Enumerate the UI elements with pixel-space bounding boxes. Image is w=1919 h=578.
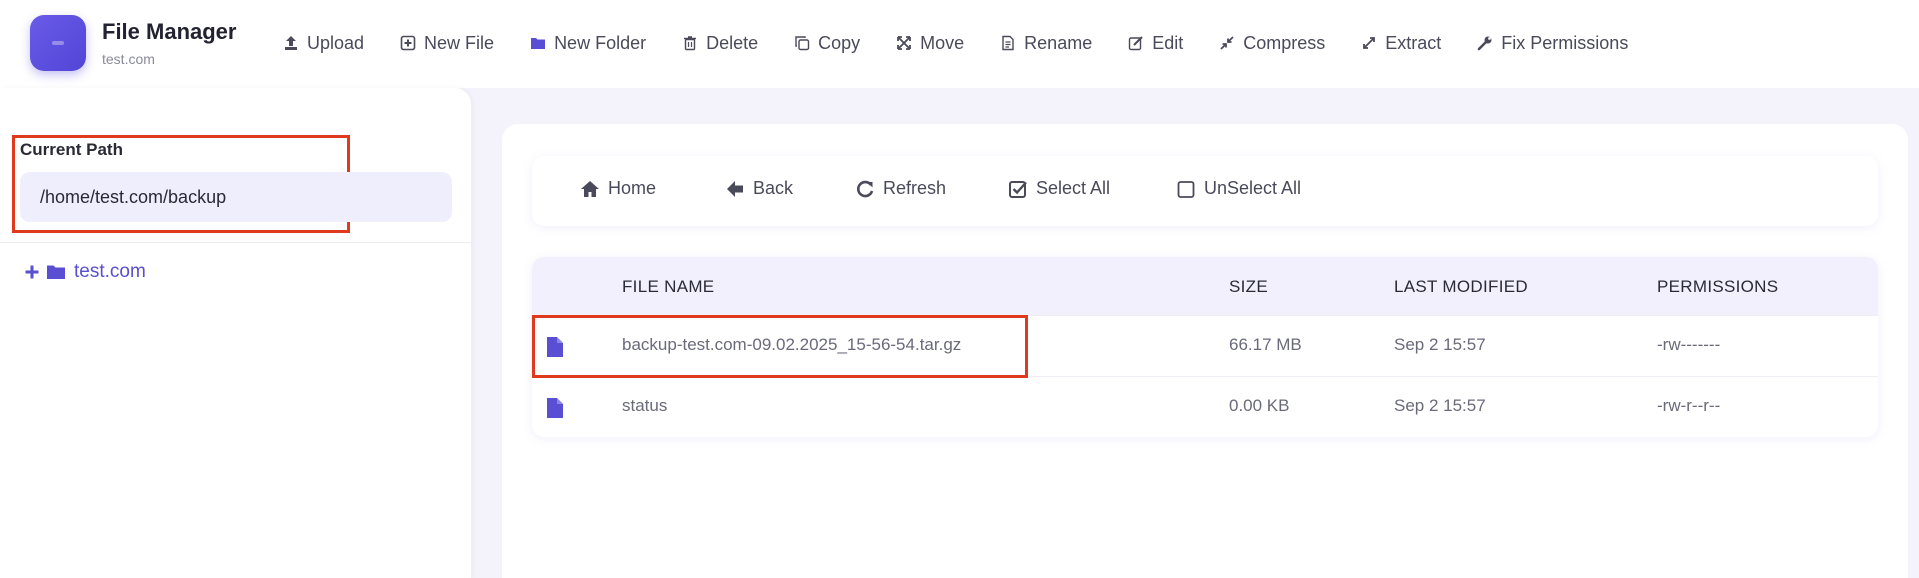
file-icon [547, 337, 563, 357]
file-table: FILE NAME SIZE LAST MODIFIED PERMISSIONS… [532, 257, 1878, 437]
upload-label: Upload [307, 32, 365, 53]
toolbar: Upload New File New Folder Delete Copy M… [283, 30, 1664, 56]
select-all-button[interactable]: Select All [1008, 178, 1110, 199]
file-modified: Sep 2 15:57 [1394, 335, 1486, 354]
trash-icon [682, 35, 698, 51]
tree-item-label: test.com [74, 261, 146, 282]
header-permissions[interactable]: PERMISSIONS [1657, 277, 1778, 297]
move-button[interactable]: Move [896, 33, 964, 54]
current-path-label: Current Path [20, 140, 123, 159]
copy-icon [794, 35, 810, 51]
file-name[interactable]: backup-test.com-09.02.2025_15-56-54.tar.… [622, 335, 961, 355]
sidebar-divider [0, 242, 471, 243]
header-size[interactable]: SIZE [1229, 277, 1268, 297]
delete-label: Delete [706, 32, 759, 53]
sidebar: Current Path /home/test.com/backup test.… [0, 88, 471, 578]
file-permissions: -rw------- [1657, 335, 1721, 354]
upload-icon [283, 35, 299, 51]
delete-button[interactable]: Delete [682, 33, 758, 54]
folder-icon [530, 35, 546, 51]
table-row[interactable]: status 0.00 KB Sep 2 15:57 -rw-r--r-- [532, 376, 1878, 436]
move-label: Move [920, 32, 965, 53]
home-button[interactable]: Home [580, 178, 656, 199]
navigation-bar: Home Back Refresh Select All UnSelect Al… [532, 156, 1878, 226]
home-icon [580, 179, 600, 199]
fix-permissions-label: Fix Permissions [1501, 32, 1629, 53]
edit-button[interactable]: Edit [1128, 33, 1183, 54]
table-row[interactable]: backup-test.com-09.02.2025_15-56-54.tar.… [532, 315, 1878, 375]
app-logo [30, 15, 86, 71]
new-file-label: New File [424, 32, 495, 53]
file-size: 66.17 MB [1229, 335, 1302, 354]
checked-box-icon [1008, 179, 1028, 199]
file-icon [547, 398, 563, 418]
header-last-modified[interactable]: LAST MODIFIED [1394, 277, 1528, 297]
file-size: 0.00 KB [1229, 396, 1290, 415]
file-name[interactable]: status [622, 396, 667, 416]
upload-button[interactable]: Upload [283, 33, 364, 54]
refresh-label: Refresh [883, 178, 947, 198]
rename-label: Rename [1024, 32, 1093, 53]
home-label: Home [608, 178, 657, 198]
header-file-name[interactable]: FILE NAME [622, 277, 714, 297]
expand-plus-icon[interactable] [24, 264, 40, 280]
edit-icon [1128, 35, 1144, 51]
wrench-icon [1477, 35, 1493, 51]
current-path-input[interactable]: /home/test.com/backup [20, 172, 452, 222]
copy-button[interactable]: Copy [794, 33, 860, 54]
new-file-button[interactable]: New File [400, 33, 494, 54]
unselect-all-label: UnSelect All [1204, 178, 1302, 198]
fix-permissions-button[interactable]: Fix Permissions [1477, 33, 1628, 54]
select-all-label: Select All [1036, 178, 1111, 198]
new-folder-button[interactable]: New Folder [530, 33, 646, 54]
app-header: File Manager test.com Upload New File Ne… [0, 0, 1919, 88]
back-label: Back [753, 178, 794, 198]
rename-button[interactable]: Rename [1000, 33, 1092, 54]
compress-label: Compress [1243, 32, 1326, 53]
app-subtitle: test.com [102, 51, 155, 67]
unselect-all-button[interactable]: UnSelect All [1176, 178, 1301, 199]
compress-button[interactable]: Compress [1219, 33, 1325, 54]
rename-icon [1000, 35, 1016, 51]
app-title: File Manager [102, 19, 237, 44]
extract-icon [1361, 35, 1377, 51]
file-modified: Sep 2 15:57 [1394, 396, 1486, 415]
new-file-icon [400, 35, 416, 51]
table-header: FILE NAME SIZE LAST MODIFIED PERMISSIONS [532, 257, 1878, 316]
refresh-button[interactable]: Refresh [855, 178, 946, 199]
new-folder-label: New Folder [554, 32, 647, 53]
back-button[interactable]: Back [725, 178, 793, 199]
empty-box-icon [1176, 179, 1196, 199]
copy-label: Copy [818, 32, 861, 53]
edit-label: Edit [1152, 32, 1184, 53]
extract-button[interactable]: Extract [1361, 33, 1441, 54]
move-icon [896, 35, 912, 51]
folder-icon [47, 265, 65, 279]
file-permissions: -rw-r--r-- [1657, 396, 1721, 415]
extract-label: Extract [1385, 32, 1442, 53]
refresh-icon [855, 179, 875, 199]
tree-item-test-com[interactable]: test.com [24, 261, 146, 283]
back-arrow-icon [725, 179, 745, 199]
compress-icon [1219, 35, 1235, 51]
